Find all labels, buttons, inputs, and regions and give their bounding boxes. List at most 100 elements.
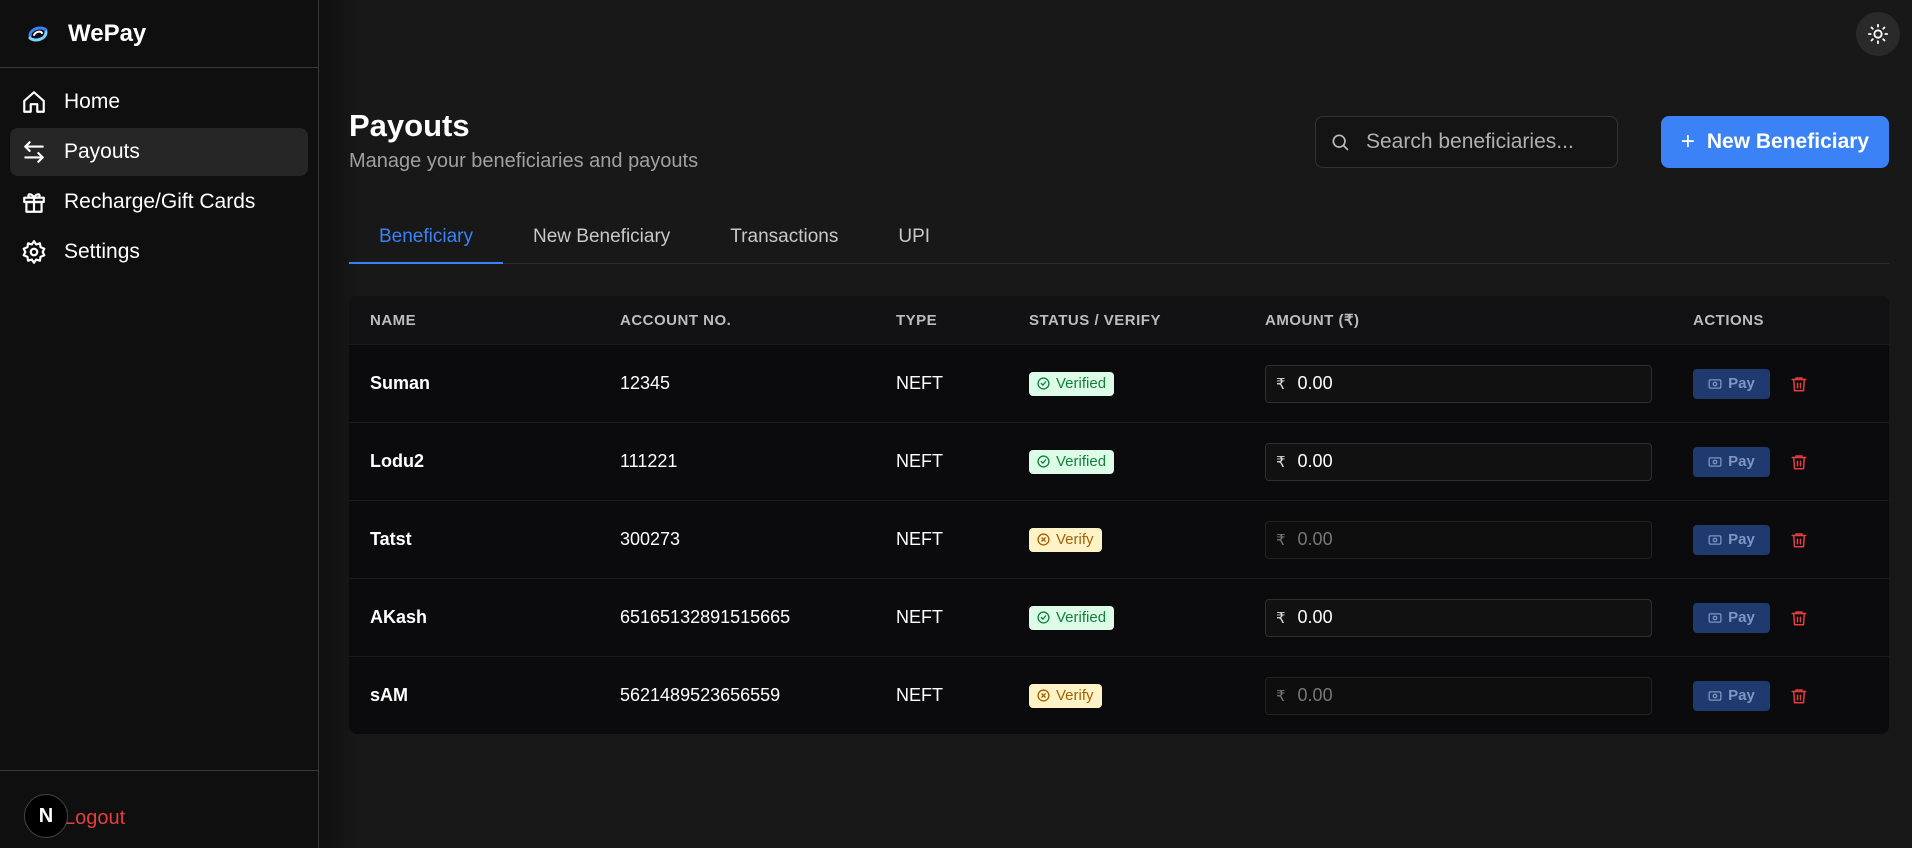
arrows-swap-icon bbox=[20, 138, 48, 166]
sidebar-nav: Home Payouts Recharge/Gift Cards Setting… bbox=[0, 68, 318, 288]
transfer-type: NEFT bbox=[896, 685, 943, 705]
amount-cell: ₹ bbox=[1265, 657, 1693, 734]
avatar[interactable]: N bbox=[24, 794, 68, 838]
beneficiary-name: Tatst bbox=[370, 529, 412, 549]
beneficiary-name: Suman bbox=[370, 373, 431, 393]
amount-cell: ₹ bbox=[1265, 345, 1693, 422]
amount-input[interactable] bbox=[1297, 607, 1618, 628]
column-header-type: TYPE bbox=[896, 311, 938, 329]
column-header-account: ACCOUNT NO. bbox=[620, 311, 732, 329]
delete-button[interactable] bbox=[1788, 528, 1810, 552]
search-input[interactable] bbox=[1366, 130, 1606, 154]
amount-field[interactable]: ₹ bbox=[1265, 598, 1652, 637]
status-label: Verified bbox=[1056, 609, 1107, 626]
account-number: 111221 bbox=[620, 451, 678, 471]
sidebar-item-home[interactable]: Home bbox=[10, 78, 308, 126]
amount-input[interactable] bbox=[1297, 685, 1618, 706]
sidebar-item-settings[interactable]: Settings bbox=[10, 228, 308, 276]
delete-button[interactable] bbox=[1788, 684, 1810, 708]
pay-label: Pay bbox=[1728, 531, 1755, 548]
status-label[interactable]: Verify bbox=[1056, 531, 1094, 548]
plus-icon: + bbox=[1680, 128, 1695, 155]
pay-label: Pay bbox=[1728, 687, 1755, 704]
sidebar-item-payouts[interactable]: Payouts bbox=[10, 128, 308, 176]
actions-cell: Pay bbox=[1693, 501, 1889, 578]
pay-button[interactable]: Pay bbox=[1693, 446, 1770, 477]
check-circle-icon bbox=[1037, 377, 1050, 390]
sidebar-item-recharge[interactable]: Recharge/Gift Cards bbox=[10, 178, 308, 226]
amount-field[interactable]: ₹ bbox=[1265, 442, 1652, 481]
account-number: 12345 bbox=[620, 373, 671, 393]
account-number: 65165132891515665 bbox=[620, 607, 791, 627]
trash-icon bbox=[1791, 376, 1807, 391]
status-badge[interactable]: Verify bbox=[1029, 683, 1102, 708]
rupee-icon: ₹ bbox=[1276, 375, 1286, 393]
pay-label: Pay bbox=[1728, 375, 1755, 392]
status-cell: Verified bbox=[1029, 423, 1265, 500]
logout-button[interactable]: Logout bbox=[64, 807, 125, 830]
search-icon bbox=[1332, 134, 1349, 151]
amount-input[interactable] bbox=[1297, 451, 1618, 472]
sidebar-item-label: Recharge/Gift Cards bbox=[64, 190, 256, 213]
amount-field[interactable]: ₹ bbox=[1265, 364, 1652, 403]
banknote-icon bbox=[1708, 534, 1722, 546]
sidebar-item-label: Payouts bbox=[64, 140, 140, 163]
rupee-icon: ₹ bbox=[1276, 687, 1286, 705]
account-number: 5621489523656559 bbox=[620, 685, 781, 705]
transfer-type: NEFT bbox=[896, 529, 943, 549]
tab-beneficiary[interactable]: Beneficiary bbox=[349, 212, 503, 264]
table-body: Suman 12345 NEFT Verified ₹ Pay Lodu2 bbox=[349, 344, 1889, 734]
banknote-icon bbox=[1708, 690, 1722, 702]
table-row: Suman 12345 NEFT Verified ₹ Pay bbox=[349, 344, 1889, 422]
delete-button[interactable] bbox=[1788, 450, 1810, 474]
banknote-icon bbox=[1708, 378, 1722, 390]
theme-toggle-button[interactable] bbox=[1856, 12, 1900, 56]
pay-button[interactable]: Pay bbox=[1693, 524, 1770, 555]
gear-icon bbox=[20, 238, 48, 266]
delete-button[interactable] bbox=[1788, 372, 1810, 396]
gift-icon bbox=[20, 188, 48, 216]
amount-input[interactable] bbox=[1297, 373, 1618, 394]
pay-button[interactable]: Pay bbox=[1693, 602, 1770, 633]
pay-label: Pay bbox=[1728, 453, 1755, 470]
amount-cell: ₹ bbox=[1265, 501, 1693, 578]
actions-cell: Pay bbox=[1693, 423, 1889, 500]
tab-upi[interactable]: UPI bbox=[868, 212, 960, 264]
column-header-status: STATUS / VERIFY bbox=[1029, 311, 1161, 329]
amount-field[interactable]: ₹ bbox=[1265, 520, 1652, 559]
status-label[interactable]: Verify bbox=[1056, 687, 1094, 704]
status-badge: Verified bbox=[1029, 371, 1115, 396]
trash-icon bbox=[1791, 688, 1807, 703]
new-beneficiary-button[interactable]: + New Beneficiary bbox=[1661, 116, 1889, 168]
amount-field[interactable]: ₹ bbox=[1265, 676, 1652, 715]
actions-cell: Pay bbox=[1693, 657, 1889, 734]
status-label: Verified bbox=[1056, 453, 1107, 470]
x-circle-icon bbox=[1037, 533, 1050, 546]
brand[interactable]: WePay bbox=[0, 0, 318, 68]
pay-button[interactable]: Pay bbox=[1693, 368, 1770, 399]
page-subtitle: Manage your beneficiaries and payouts bbox=[349, 150, 699, 172]
amount-cell: ₹ bbox=[1265, 579, 1693, 656]
pay-button[interactable]: Pay bbox=[1693, 680, 1770, 711]
beneficiary-table: NAME ACCOUNT NO. TYPE STATUS / VERIFY AM… bbox=[349, 296, 1889, 734]
banknote-icon bbox=[1708, 612, 1722, 624]
search-box[interactable] bbox=[1315, 116, 1618, 168]
column-header-name: NAME bbox=[370, 311, 417, 329]
status-badge[interactable]: Verify bbox=[1029, 527, 1102, 552]
transfer-type: NEFT bbox=[896, 373, 943, 393]
tab-new-beneficiary[interactable]: New Beneficiary bbox=[503, 212, 700, 264]
amount-input[interactable] bbox=[1297, 529, 1618, 550]
rupee-icon: ₹ bbox=[1276, 609, 1286, 627]
check-circle-icon bbox=[1037, 611, 1050, 624]
status-label: Verified bbox=[1056, 375, 1107, 392]
wepay-logo-icon bbox=[28, 26, 48, 41]
table-row: Tatst 300273 NEFT Verify ₹ Pay bbox=[349, 500, 1889, 578]
banknote-icon bbox=[1708, 456, 1722, 468]
delete-button[interactable] bbox=[1788, 606, 1810, 630]
table-row: Lodu2 111221 NEFT Verified ₹ Pay bbox=[349, 422, 1889, 500]
tab-transactions[interactable]: Transactions bbox=[700, 212, 868, 264]
beneficiary-name: sAM bbox=[370, 685, 409, 705]
column-header-amount: AMOUNT (₹) bbox=[1265, 312, 1360, 329]
sidebar-item-label: Home bbox=[64, 90, 121, 113]
status-badge: Verified bbox=[1029, 605, 1115, 630]
